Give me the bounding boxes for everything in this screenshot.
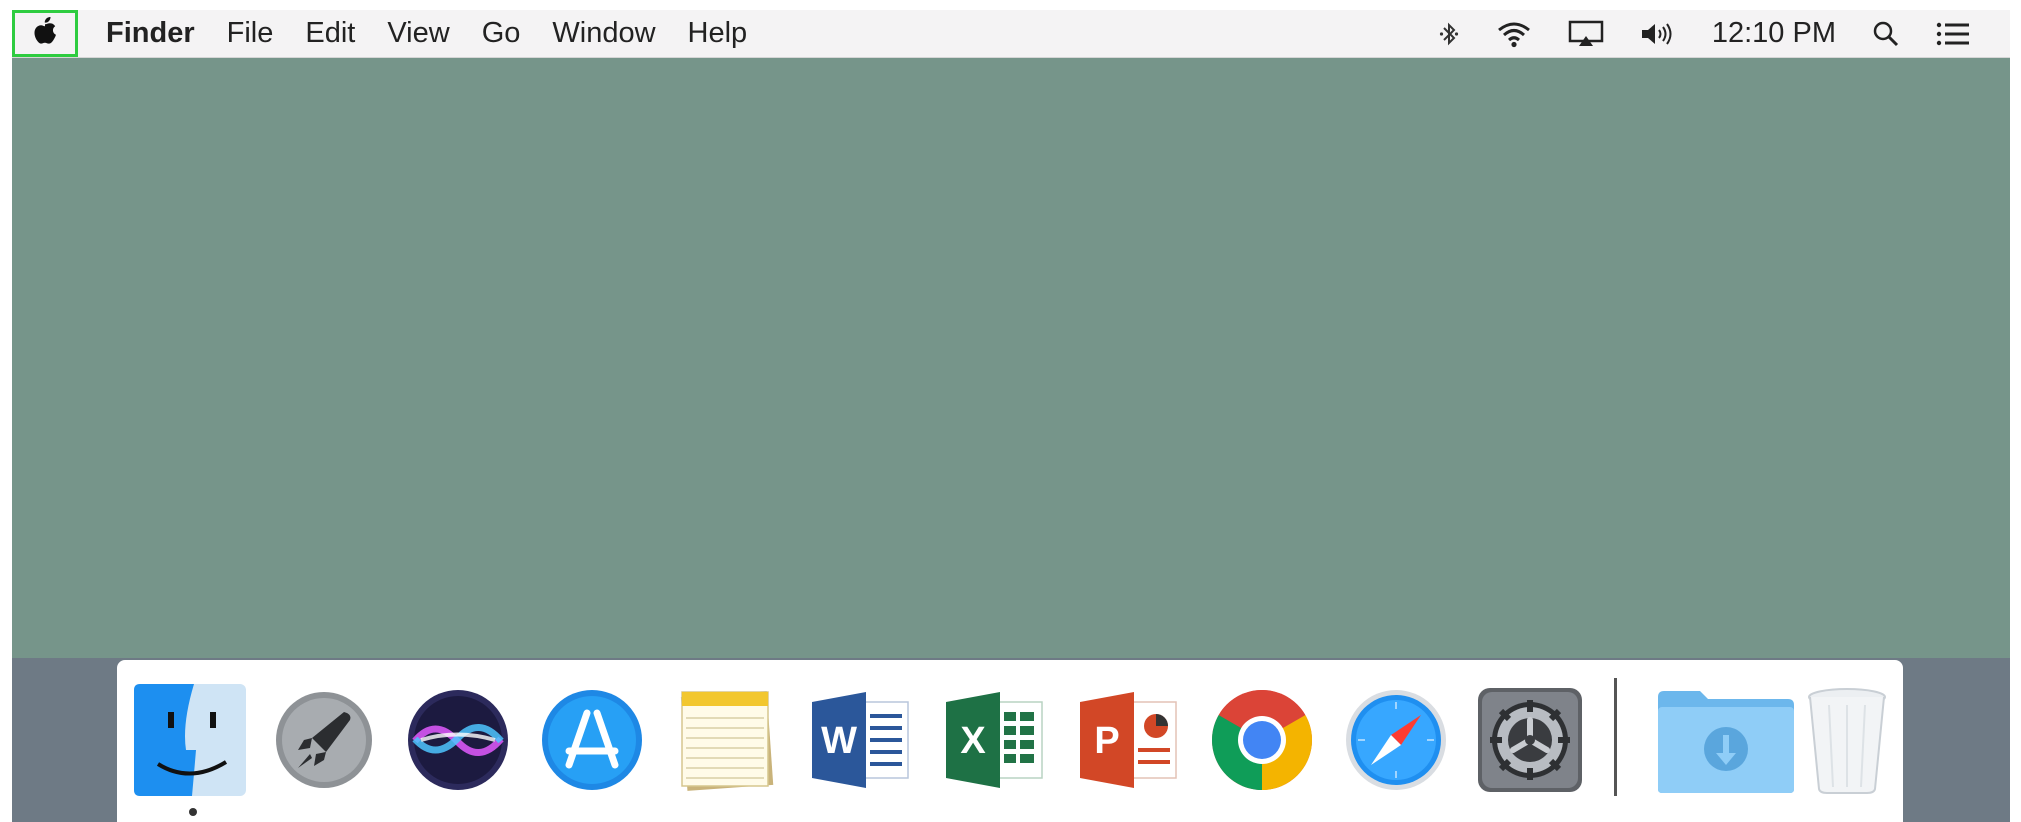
- dock-item-safari[interactable]: [1339, 686, 1453, 798]
- desktop-screen: Finder File Edit View Go Window Help 12:…: [12, 10, 2010, 822]
- excel-letter: X: [960, 720, 986, 762]
- system-preferences-gear-icon: [1477, 687, 1583, 798]
- launchpad-rocket-icon: [274, 690, 374, 795]
- app-store-icon: [541, 689, 643, 796]
- menu-view[interactable]: View: [387, 10, 449, 57]
- bluetooth-icon[interactable]: [1438, 19, 1460, 49]
- microsoft-excel-icon: X: [942, 688, 1046, 797]
- menu-go[interactable]: Go: [482, 10, 521, 57]
- dock-separator: [1614, 678, 1617, 796]
- running-indicator: [189, 808, 197, 816]
- apple-menu-button[interactable]: [12, 10, 78, 57]
- menu-file[interactable]: File: [227, 10, 274, 57]
- dock-item-chrome[interactable]: [1205, 686, 1319, 798]
- status-area: 12:10 PM: [1402, 10, 1970, 57]
- notes-icon: [678, 688, 774, 797]
- menu-clock[interactable]: 12:10 PM: [1712, 17, 1836, 50]
- powerpoint-letter: P: [1094, 720, 1119, 762]
- dock-item-trash[interactable]: [1797, 686, 1897, 798]
- menu-bar: Finder File Edit View Go Window Help 12:…: [12, 10, 2010, 58]
- wifi-icon[interactable]: [1496, 20, 1532, 48]
- microsoft-powerpoint-icon: P: [1076, 688, 1180, 797]
- dock-item-launchpad[interactable]: [267, 686, 381, 798]
- word-letter: W: [821, 720, 857, 762]
- spotlight-search-icon[interactable]: [1872, 20, 1900, 48]
- volume-icon[interactable]: [1640, 20, 1676, 48]
- trash-icon: [1805, 685, 1889, 800]
- apple-logo-icon: [32, 15, 58, 53]
- dock-item-siri[interactable]: [401, 686, 515, 798]
- airplay-icon[interactable]: [1568, 20, 1604, 48]
- dock-item-powerpoint[interactable]: P: [1071, 686, 1185, 798]
- menu-edit[interactable]: Edit: [305, 10, 355, 57]
- safari-compass-icon: [1345, 689, 1447, 796]
- finder-icon: [134, 683, 246, 801]
- google-chrome-icon: [1210, 688, 1314, 797]
- dock: W X P: [117, 660, 1903, 822]
- menu-finder[interactable]: Finder: [106, 10, 195, 57]
- menu-window[interactable]: Window: [552, 10, 655, 57]
- menu-list: Finder File Edit View Go Window Help: [106, 10, 779, 57]
- notification-center-icon[interactable]: [1936, 21, 1970, 47]
- dock-item-system-preferences[interactable]: [1473, 686, 1587, 798]
- dock-item-app-store[interactable]: [535, 686, 649, 798]
- dock-item-excel[interactable]: X: [937, 686, 1051, 798]
- menu-help[interactable]: Help: [688, 10, 748, 57]
- siri-icon: [407, 689, 509, 796]
- dock-item-downloads[interactable]: [1653, 686, 1799, 798]
- dock-item-finder[interactable]: [133, 683, 247, 801]
- dock-item-notes[interactable]: [669, 686, 783, 798]
- microsoft-word-icon: W: [808, 688, 912, 797]
- downloads-folder-icon: [1656, 685, 1796, 800]
- dock-item-word[interactable]: W: [803, 686, 917, 798]
